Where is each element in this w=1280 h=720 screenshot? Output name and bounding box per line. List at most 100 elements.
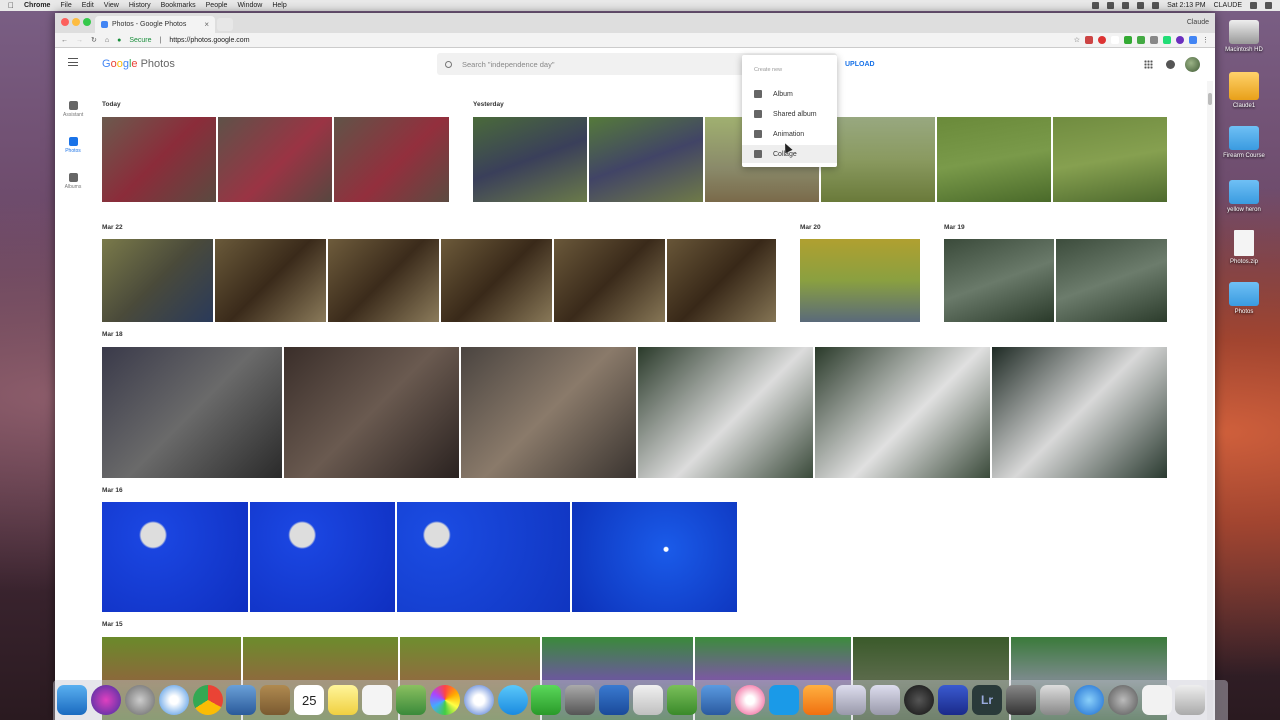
menu-view[interactable]: View — [104, 2, 119, 9]
profile-name[interactable]: Claude — [1187, 19, 1209, 26]
notification-center-icon[interactable] — [1265, 2, 1272, 9]
notifications-icon[interactable] — [1166, 60, 1175, 69]
menu-file[interactable]: File — [60, 2, 71, 9]
status-icon[interactable] — [1092, 2, 1100, 9]
lightroom-icon[interactable]: Lr — [972, 685, 1003, 715]
desktop-icon-macintosh-hd[interactable]: Macintosh HD — [1214, 20, 1274, 53]
menu-help[interactable]: Help — [272, 2, 286, 9]
reminders-icon[interactable] — [362, 685, 393, 715]
messages-icon[interactable] — [497, 685, 528, 715]
airmail-icon[interactable] — [599, 685, 630, 715]
calendar-icon[interactable]: 25 — [294, 685, 325, 715]
minimize-window-icon[interactable] — [72, 18, 80, 26]
photo-thumbnail[interactable] — [944, 239, 1054, 322]
app-icon[interactable] — [938, 685, 969, 715]
keynote-icon[interactable] — [633, 685, 664, 715]
photo-thumbnail[interactable] — [397, 502, 570, 612]
new-tab-button[interactable] — [217, 18, 233, 31]
upload-button[interactable]: UPLOAD — [845, 61, 875, 68]
downloads-stack-icon[interactable] — [1141, 685, 1172, 715]
menu-edit[interactable]: Edit — [82, 2, 94, 9]
status-icon[interactable] — [1107, 2, 1115, 9]
siri-icon[interactable] — [90, 685, 121, 715]
bookmark-star-icon[interactable]: ☆ — [1074, 36, 1080, 44]
google-earth-icon[interactable] — [463, 685, 494, 715]
photo-thumbnail[interactable] — [667, 239, 776, 322]
battery-icon[interactable] — [1152, 2, 1160, 9]
reload-icon[interactable]: ↻ — [91, 36, 97, 44]
desktop-icon-yellow-heron[interactable]: yellow heron — [1214, 180, 1274, 213]
itunes-icon[interactable] — [734, 685, 765, 715]
menu-item-album[interactable]: Album — [742, 85, 837, 103]
desktop-icon-claude1[interactable]: Claude1 — [1214, 72, 1274, 109]
photo-thumbnail[interactable] — [441, 239, 552, 322]
menu-bookmarks[interactable]: Bookmarks — [161, 2, 196, 9]
extension-icon[interactable] — [1111, 36, 1119, 44]
app-store-icon[interactable] — [1073, 685, 1104, 715]
skype-icon[interactable] — [768, 685, 799, 715]
photo-thumbnail[interactable] — [572, 502, 737, 612]
spotlight-icon[interactable] — [1250, 2, 1257, 9]
photo-thumbnail[interactable] — [215, 239, 326, 322]
google-photos-logo[interactable]: Google Photos — [102, 58, 175, 70]
desktop-icon-firearm-course[interactable]: Firearm Course — [1214, 126, 1274, 159]
extension-icon[interactable] — [1137, 36, 1145, 44]
menu-user[interactable]: CLAUDE — [1214, 2, 1242, 9]
menu-clock[interactable]: Sat 2:13 PM — [1167, 2, 1206, 9]
photo-thumbnail[interactable] — [218, 117, 332, 202]
document-icon[interactable] — [870, 685, 901, 715]
photo-thumbnail[interactable] — [328, 239, 439, 322]
extension-icon[interactable] — [1124, 36, 1132, 44]
menu-item-shared-album[interactable]: Shared album — [742, 105, 837, 123]
forward-icon[interactable]: → — [76, 37, 83, 44]
desktop-icon-photos-zip[interactable]: Photos.zip — [1214, 230, 1274, 265]
notes-icon[interactable] — [328, 685, 359, 715]
photo-thumbnail[interactable] — [815, 347, 990, 478]
facetime-icon[interactable] — [531, 685, 562, 715]
maps-icon[interactable] — [395, 685, 426, 715]
photo-thumbnail[interactable] — [821, 117, 935, 202]
desktop-icon-photos[interactable]: Photos — [1214, 282, 1274, 315]
photo-thumbnail[interactable] — [554, 239, 665, 322]
menu-window[interactable]: Window — [237, 2, 262, 9]
trash-icon[interactable] — [1175, 685, 1206, 715]
avatar[interactable] — [1185, 57, 1200, 72]
finder-icon[interactable] — [57, 685, 87, 715]
zoom-window-icon[interactable] — [83, 18, 91, 26]
preview-icon[interactable] — [226, 685, 257, 715]
photo-thumbnail[interactable] — [638, 347, 813, 478]
photo-thumbnail[interactable] — [473, 117, 587, 202]
photo-thumbnail[interactable] — [284, 347, 459, 478]
menu-item-animation[interactable]: Animation — [742, 125, 837, 143]
scrollbar[interactable] — [1207, 81, 1213, 720]
photo-thumbnail[interactable] — [102, 502, 248, 612]
photo-thumbnail[interactable] — [992, 347, 1167, 478]
tab-google-photos[interactable]: Photos - Google Photos × — [95, 16, 215, 33]
system-preferences-icon[interactable] — [1107, 685, 1138, 715]
close-window-icon[interactable] — [61, 18, 69, 26]
photos-app-icon[interactable] — [429, 685, 460, 715]
photo-thumbnail[interactable] — [1056, 239, 1167, 322]
ibooks-icon[interactable] — [802, 685, 833, 715]
scrollbar-thumb[interactable] — [1208, 93, 1212, 105]
extension-icon[interactable] — [1163, 36, 1171, 44]
keynote-presentation-icon[interactable] — [700, 685, 731, 715]
home-icon[interactable]: ⌂ — [105, 37, 109, 44]
photo-thumbnail[interactable] — [102, 347, 282, 478]
printer-icon[interactable] — [1039, 685, 1070, 715]
photo-thumbnail[interactable] — [461, 347, 636, 478]
photo-thumbnail[interactable] — [937, 117, 1051, 202]
photo-thumbnail[interactable] — [334, 117, 449, 202]
google-apps-icon[interactable] — [1144, 60, 1153, 69]
chrome-menu-icon[interactable]: ⋮ — [1202, 36, 1209, 44]
menu-history[interactable]: History — [129, 2, 151, 9]
photo-thumbnail[interactable] — [1053, 117, 1167, 202]
menu-people[interactable]: People — [206, 2, 228, 9]
safari-icon[interactable] — [158, 685, 189, 715]
chrome-icon[interactable] — [192, 685, 223, 715]
yahoo-extension-icon[interactable] — [1176, 36, 1184, 44]
contacts-icon[interactable] — [260, 685, 291, 715]
extension-icon[interactable] — [1189, 36, 1197, 44]
menu-app-name[interactable]: Chrome — [24, 2, 50, 9]
numbers-icon[interactable] — [667, 685, 698, 715]
